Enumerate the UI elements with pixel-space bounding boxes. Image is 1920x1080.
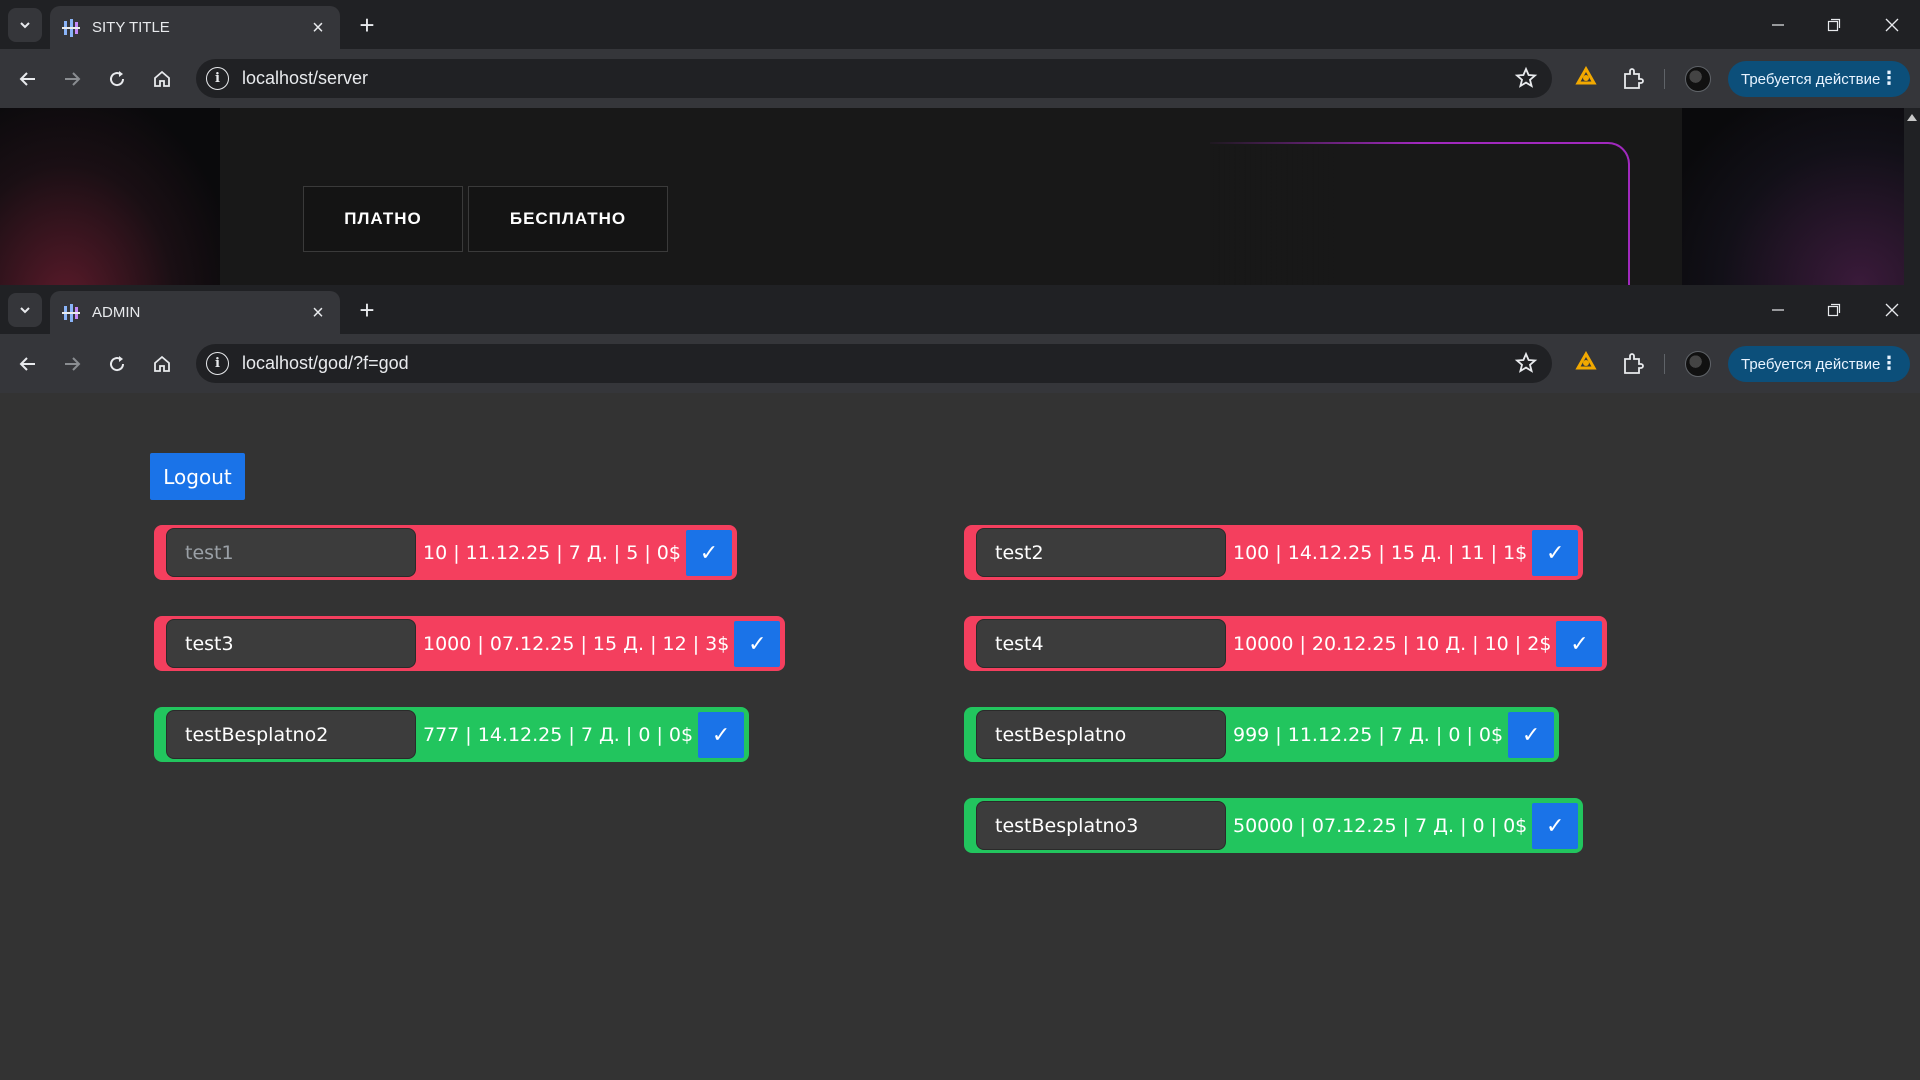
frame-fade [1200, 138, 1420, 146]
name-input[interactable] [166, 619, 416, 668]
scroll-up-icon[interactable] [1907, 114, 1917, 121]
more-vert-icon[interactable]: ⋮ [1880, 68, 1898, 88]
action-required-label: Требуется действие [1741, 355, 1881, 373]
back-icon[interactable] [13, 349, 43, 379]
list-item: 999 | 11.12.25 | 7 Д. | 0 | 0$ ✓ [964, 707, 1560, 762]
tab-strip: SITY TITLE × + [0, 0, 1920, 49]
check-icon[interactable]: ✓ [698, 711, 745, 758]
name-input[interactable] [976, 528, 1226, 577]
star-icon[interactable] [1514, 66, 1538, 90]
extension-icon[interactable] [1573, 65, 1599, 92]
toolbar-divider [1664, 354, 1665, 374]
list-item: 1000 | 07.12.25 | 15 Д. | 12 | 3$ ✓ [154, 616, 786, 671]
home-icon[interactable] [147, 64, 177, 94]
back-icon[interactable] [13, 64, 43, 94]
logout-button[interactable]: Logout [150, 453, 245, 500]
home-icon[interactable] [147, 349, 177, 379]
puzzle-icon[interactable] [1620, 66, 1646, 92]
restore-icon[interactable] [1814, 10, 1854, 40]
address-bar[interactable]: i localhost/server [196, 59, 1552, 98]
check-icon[interactable]: ✓ [1532, 529, 1579, 576]
avatar[interactable] [1685, 351, 1711, 377]
background-art-right [1682, 108, 1904, 285]
row-info: 10000 | 20.12.25 | 10 Д. | 10 | 2$ [1233, 632, 1552, 655]
url-text: localhost/server [242, 68, 369, 88]
browser-window-site: SITY TITLE × + i localhost/server Требуе… [0, 0, 1920, 285]
list-item: 50000 | 07.12.25 | 7 Д. | 0 | 0$ ✓ [964, 798, 1584, 853]
action-required-button[interactable]: Требуется действие ⋮ [1728, 346, 1910, 382]
info-icon[interactable]: i [206, 352, 229, 375]
row-info: 999 | 11.12.25 | 7 Д. | 0 | 0$ [1233, 723, 1504, 746]
reload-icon[interactable] [102, 349, 132, 379]
check-icon[interactable]: ✓ [1508, 711, 1555, 758]
paid-filter-button[interactable]: ПЛАТНО [303, 186, 463, 252]
minimize-icon[interactable] [1758, 10, 1798, 40]
row-info: 1000 | 07.12.25 | 15 Д. | 12 | 3$ [423, 632, 730, 655]
list-item: 10 | 11.12.25 | 7 Д. | 5 | 0$ ✓ [154, 525, 737, 580]
close-window-icon[interactable] [1872, 295, 1912, 325]
toolbar-divider [1664, 69, 1665, 89]
close-window-icon[interactable] [1872, 10, 1912, 40]
check-icon[interactable]: ✓ [685, 529, 732, 576]
row-info: 777 | 14.12.25 | 7 Д. | 0 | 0$ [423, 723, 694, 746]
site-viewport [0, 108, 1920, 285]
favicon-icon [62, 18, 80, 37]
more-vert-icon[interactable]: ⋮ [1880, 353, 1898, 373]
check-icon[interactable]: ✓ [1532, 802, 1579, 849]
check-icon[interactable]: ✓ [734, 620, 781, 667]
free-filter-button[interactable]: БЕСПЛАТНО [468, 186, 668, 252]
admin-page: Logout 10 | 11.12.25 | 7 Д. | 5 | 0$ ✓ 1… [0, 393, 1920, 1080]
plus-icon[interactable]: + [354, 12, 380, 38]
scrollbar[interactable] [1904, 108, 1920, 285]
tab-search-icon[interactable] [8, 8, 42, 42]
tab-admin[interactable]: ADMIN × [50, 291, 340, 334]
restore-icon[interactable] [1814, 295, 1854, 325]
action-required-button[interactable]: Требуется действие ⋮ [1728, 61, 1910, 97]
puzzle-icon[interactable] [1620, 351, 1646, 377]
favicon-icon [62, 303, 80, 322]
row-info: 100 | 14.12.25 | 15 Д. | 11 | 1$ [1233, 541, 1528, 564]
reload-icon[interactable] [102, 64, 132, 94]
extension-icon[interactable] [1573, 350, 1599, 377]
check-icon[interactable]: ✓ [1556, 620, 1603, 667]
close-icon[interactable]: × [308, 303, 328, 323]
toolbar: i localhost/server Требуется действие ⋮ [0, 49, 1920, 108]
row-info: 50000 | 07.12.25 | 7 Д. | 0 | 0$ [1233, 814, 1528, 837]
close-icon[interactable]: × [308, 18, 328, 38]
toolbar: i localhost/god/?f=god Требуется действи… [0, 334, 1920, 393]
row-info: 10 | 11.12.25 | 7 Д. | 5 | 0$ [423, 541, 681, 564]
decorative-frame [1210, 142, 1630, 285]
info-icon[interactable]: i [206, 67, 229, 90]
list-item: 777 | 14.12.25 | 7 Д. | 0 | 0$ ✓ [154, 707, 750, 762]
browser-window-admin: ADMIN × + i localhost/god/?f=god Требует… [0, 285, 1920, 1080]
forward-icon[interactable] [57, 64, 87, 94]
name-input[interactable] [976, 801, 1226, 850]
list-item: 10000 | 20.12.25 | 10 Д. | 10 | 2$ ✓ [964, 616, 1608, 671]
address-bar[interactable]: i localhost/god/?f=god [196, 344, 1552, 383]
tab-strip: ADMIN × + [0, 285, 1920, 334]
name-input[interactable] [976, 710, 1226, 759]
name-input[interactable] [976, 619, 1226, 668]
forward-icon[interactable] [57, 349, 87, 379]
list-item: 100 | 14.12.25 | 15 Д. | 11 | 1$ ✓ [964, 525, 1584, 580]
tab-site[interactable]: SITY TITLE × [50, 6, 340, 49]
plus-icon[interactable]: + [354, 297, 380, 323]
tab-title: ADMIN [92, 304, 141, 321]
star-icon[interactable] [1514, 351, 1538, 375]
action-required-label: Требуется действие [1741, 70, 1881, 88]
url-text: localhost/god/?f=god [242, 353, 409, 373]
tab-title: SITY TITLE [92, 19, 170, 36]
name-input[interactable] [166, 710, 416, 759]
name-input[interactable] [166, 528, 416, 577]
tab-search-icon[interactable] [8, 293, 42, 327]
minimize-icon[interactable] [1758, 295, 1798, 325]
background-art-left [0, 108, 220, 285]
avatar[interactable] [1685, 66, 1711, 92]
